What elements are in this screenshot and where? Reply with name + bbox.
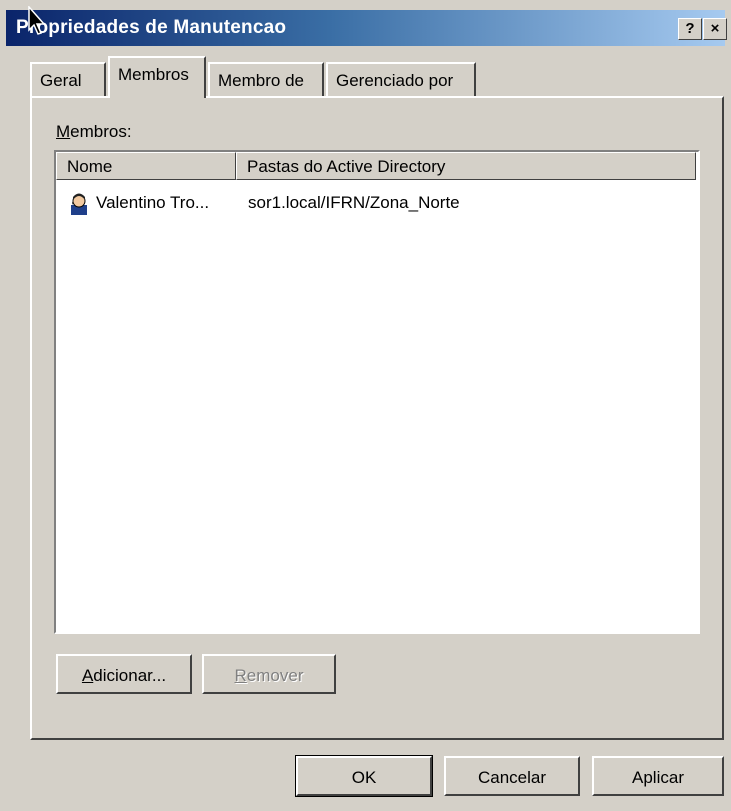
tab-geral[interactable]: Geral <box>30 62 106 96</box>
members-label: Membros: <box>56 122 132 142</box>
remove-label: emover <box>246 666 304 685</box>
list-item[interactable]: Valentino Tro... sor1.local/IFRN/Zona_No… <box>56 188 696 218</box>
add-label: dicionar... <box>93 666 167 685</box>
remove-accel: R <box>234 666 247 685</box>
member-name: Valentino Tro... <box>96 193 210 212</box>
column-header-folder[interactable]: Pastas do Active Directory <box>236 152 696 180</box>
properties-dialog: Propriedades de Manutencao ? × Geral Mem… <box>0 0 731 811</box>
members-list[interactable]: Nome Pastas do Active Directory Valentin… <box>54 150 700 634</box>
add-accel: A <box>81 666 94 685</box>
help-button[interactable]: ? <box>678 18 702 40</box>
tab-gerenciado-por[interactable]: Gerenciado por <box>326 62 476 96</box>
mouse-cursor-icon <box>28 6 46 35</box>
member-folder: sor1.local/IFRN/Zona_Norte <box>248 193 460 212</box>
add-button[interactable]: Adicionar... <box>56 654 192 694</box>
list-header: Nome Pastas do Active Directory <box>56 152 696 182</box>
close-button[interactable]: × <box>703 18 727 40</box>
window-title: Propriedades de Manutencao <box>16 17 287 38</box>
cancel-button[interactable]: Cancelar <box>444 756 580 796</box>
remove-button[interactable]: Remover <box>202 654 336 694</box>
tab-membros[interactable]: Membros <box>108 56 206 98</box>
members-label-rest: embros: <box>70 122 132 141</box>
user-icon <box>71 193 87 215</box>
apply-button[interactable]: Aplicar <box>592 756 724 796</box>
members-label-accel: M <box>56 122 71 141</box>
title-bar[interactable]: Propriedades de Manutencao ? × <box>6 10 727 46</box>
tab-membro-de[interactable]: Membro de <box>208 62 324 96</box>
ok-button[interactable]: OK <box>295 755 433 797</box>
column-header-name[interactable]: Nome <box>56 152 236 180</box>
